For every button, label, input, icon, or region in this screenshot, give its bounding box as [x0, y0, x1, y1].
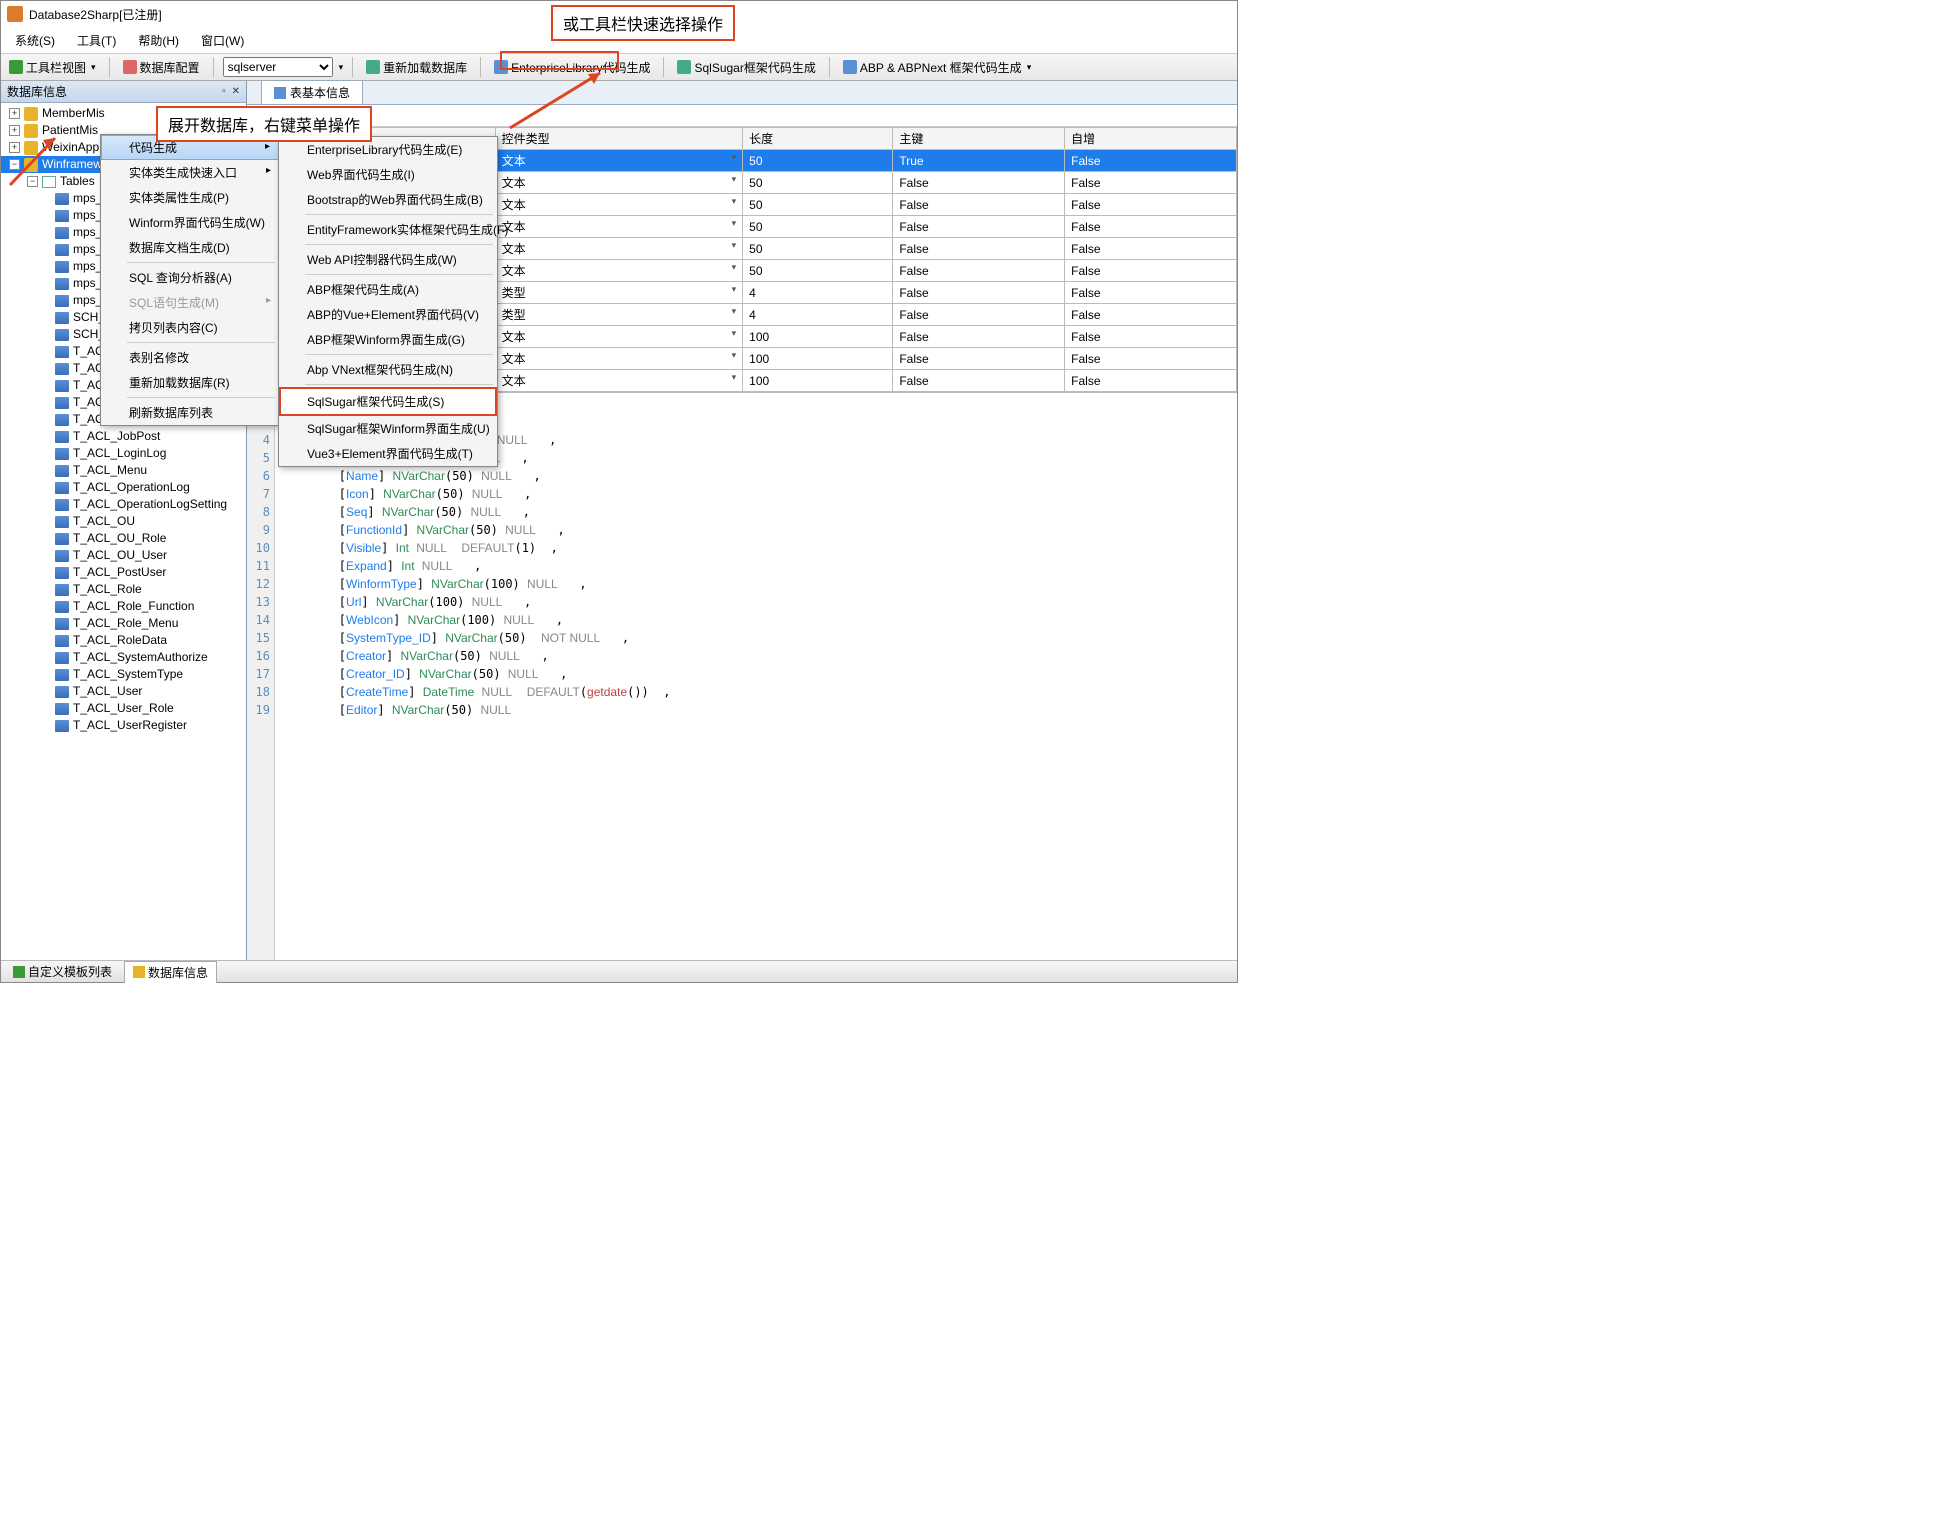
reload-icon: [366, 60, 380, 74]
table-node[interactable]: T_ACL_SystemAuthorize: [1, 649, 246, 666]
menu-item[interactable]: Web界面代码生成(I): [279, 162, 497, 187]
context-menu[interactable]: 代码生成▸EnterpriseLibrary代码生成(E)Web界面代码生成(I…: [100, 134, 280, 426]
menu-item[interactable]: SQL 查询分析器(A): [101, 265, 279, 290]
arrow-icon: [5, 130, 65, 190]
table-node[interactable]: T_ACL_LoginLog: [1, 445, 246, 462]
menu-window[interactable]: 窗口(W): [201, 32, 244, 49]
toolbar-abp-button[interactable]: ABP & ABPNext 框架代码生成▾: [839, 57, 1035, 78]
footer-tab-dbinfo[interactable]: 数据库信息: [124, 961, 217, 983]
menu-item[interactable]: ABP框架代码生成(A): [279, 277, 497, 302]
menu-item[interactable]: Web API控制器代码生成(W): [279, 247, 497, 272]
menu-item[interactable]: EntityFramework实体框架代码生成(F): [279, 217, 497, 242]
table-icon: [274, 87, 286, 99]
menu-item[interactable]: 表别名修改: [101, 345, 279, 370]
line-gutter: 2345678910111213141516171819: [247, 393, 275, 960]
pin-icon[interactable]: ▫: [222, 86, 226, 97]
menu-system[interactable]: 系统(S): [15, 32, 55, 49]
sqlsugar-icon: [677, 60, 691, 74]
table-node[interactable]: T_ACL_JobPost: [1, 428, 246, 445]
app-icon: [7, 6, 23, 22]
menu-tools[interactable]: 工具(T): [77, 32, 116, 49]
menu-item[interactable]: SqlSugar框架代码生成(S): [279, 387, 497, 416]
template-icon: [13, 966, 25, 978]
table-node[interactable]: T_ACL_PostUser: [1, 564, 246, 581]
window-title: Database2Sharp[已注册]: [29, 6, 162, 23]
menu-item[interactable]: 实体类生成快速入口▸: [101, 160, 279, 185]
close-icon[interactable]: ✕: [232, 86, 240, 97]
toolbar-server-select[interactable]: sqlserver: [223, 57, 333, 77]
menu-item[interactable]: 实体类属性生成(P): [101, 185, 279, 210]
table-node[interactable]: T_ACL_Role_Menu: [1, 615, 246, 632]
globe-icon: [9, 60, 23, 74]
table-node[interactable]: T_ACL_Role_Function: [1, 598, 246, 615]
table-node[interactable]: T_ACL_OU_User: [1, 547, 246, 564]
db-icon: [133, 966, 145, 978]
grid-header[interactable]: 主键: [893, 128, 1065, 150]
toolbar-view-button[interactable]: 工具栏视图▾: [5, 57, 100, 78]
subheader: 表字段基本信息: [247, 105, 1237, 127]
toolbar-reload-button[interactable]: 重新加载数据库: [362, 57, 471, 78]
callout-tree: 展开数据库，右键菜单操作: [156, 106, 372, 142]
menu-help[interactable]: 帮助(H): [138, 32, 179, 49]
tabstrip: 表基本信息: [247, 81, 1237, 105]
menu-item[interactable]: ABP框架Winform界面生成(G): [279, 327, 497, 352]
menu-item[interactable]: SqlSugar框架Winform界面生成(U): [279, 416, 497, 441]
abp-icon: [843, 60, 857, 74]
table-node[interactable]: T_ACL_RoleData: [1, 632, 246, 649]
menu-item[interactable]: ABP的Vue+Element界面代码(V): [279, 302, 497, 327]
sidebar-header: 数据库信息 ▫ ✕: [1, 81, 246, 103]
sidebar-title: 数据库信息: [7, 83, 67, 100]
table-node[interactable]: T_ACL_Role: [1, 581, 246, 598]
arrow-icon: [500, 68, 620, 138]
menu-item: SQL语句生成(M)▸: [101, 290, 279, 315]
table-node[interactable]: T_ACL_OU_Role: [1, 530, 246, 547]
table-node[interactable]: T_ACL_SystemType: [1, 666, 246, 683]
menu-item[interactable]: 拷贝列表内容(C): [101, 315, 279, 340]
code-area: 2345678910111213141516171819 [ID] NVarCh…: [247, 392, 1237, 960]
context-submenu[interactable]: EnterpriseLibrary代码生成(E)Web界面代码生成(I)Boot…: [278, 136, 498, 467]
toolbar-dbconfig-button[interactable]: 数据库配置: [119, 57, 204, 78]
sql-code[interactable]: [ID] NVarChar(50) NOT NULL , [PID] NVarC…: [275, 393, 1237, 960]
footer-tabs: 自定义模板列表 数据库信息: [1, 960, 1237, 982]
toolbar-sqlsugar-button[interactable]: SqlSugar框架代码生成: [673, 57, 819, 78]
menu-item[interactable]: 刷新数据库列表: [101, 400, 279, 425]
table-node[interactable]: T_ACL_User: [1, 683, 246, 700]
table-node[interactable]: T_ACL_Menu: [1, 462, 246, 479]
grid-header[interactable]: 长度: [743, 128, 893, 150]
menu-item[interactable]: Bootstrap的Web界面代码生成(B): [279, 187, 497, 212]
table-node[interactable]: T_ACL_OperationLog: [1, 479, 246, 496]
menu-item[interactable]: 重新加载数据库(R): [101, 370, 279, 395]
grid-header[interactable]: 自增: [1065, 128, 1237, 150]
footer-tab-templates[interactable]: 自定义模板列表: [5, 961, 120, 982]
menu-item[interactable]: 数据库文档生成(D): [101, 235, 279, 260]
tab-table-info[interactable]: 表基本信息: [261, 80, 363, 104]
menu-item[interactable]: Vue3+Element界面代码生成(T): [279, 441, 497, 466]
table-node[interactable]: T_ACL_User_Role: [1, 700, 246, 717]
table-node[interactable]: T_ACL_OperationLogSetting: [1, 496, 246, 513]
dbconfig-icon: [123, 60, 137, 74]
menu-item[interactable]: Winform界面代码生成(W): [101, 210, 279, 235]
menu-item[interactable]: Abp VNext框架代码生成(N): [279, 357, 497, 382]
callout-toolbar: 或工具栏快速选择操作: [551, 5, 735, 41]
table-node[interactable]: T_ACL_UserRegister: [1, 717, 246, 734]
table-node[interactable]: T_ACL_OU: [1, 513, 246, 530]
